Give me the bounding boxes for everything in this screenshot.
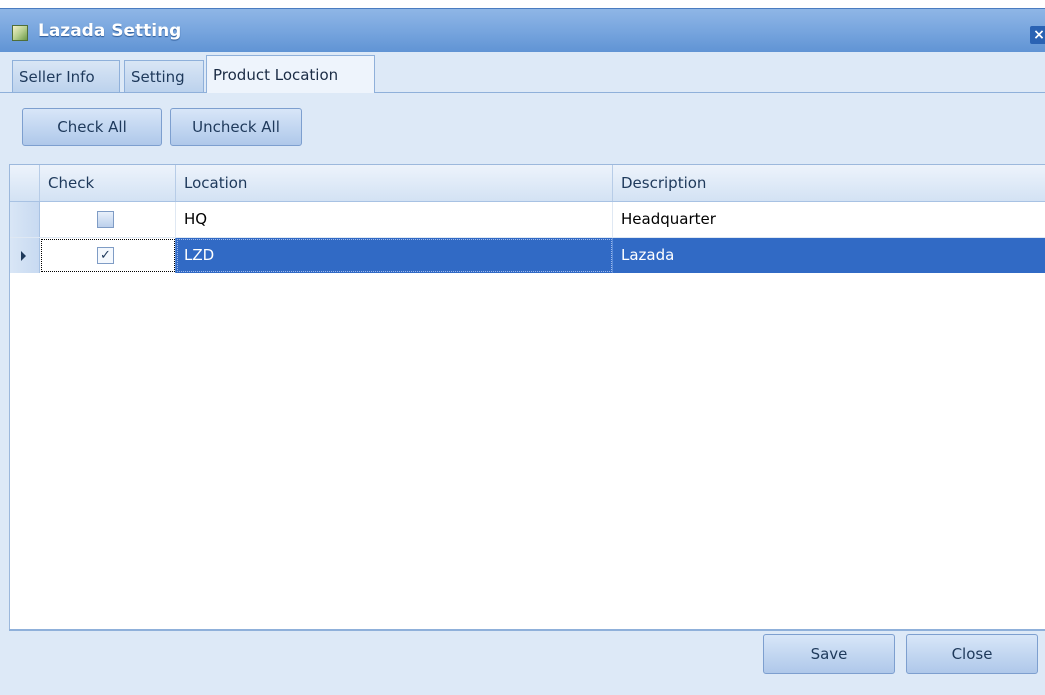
column-header-description[interactable]: Description	[613, 165, 1045, 201]
row-header-column	[10, 165, 40, 201]
grid-header: Check Location Description	[10, 165, 1045, 202]
row-header[interactable]	[10, 238, 40, 273]
location-cell[interactable]: LZD	[176, 238, 613, 273]
tab-setting[interactable]: Setting	[124, 60, 204, 92]
close-window-icon[interactable]: ×	[1030, 26, 1045, 44]
tab-seller-info[interactable]: Seller Info	[12, 60, 120, 92]
window-title: Lazada Setting	[38, 21, 182, 41]
tab-panel-border	[0, 92, 1045, 93]
row-checkbox-checked[interactable]: ✓	[97, 247, 114, 264]
check-cell[interactable]	[40, 202, 176, 237]
save-button[interactable]: Save	[763, 634, 895, 674]
tab-product-location[interactable]: Product Location	[206, 55, 375, 93]
lazada-setting-window: Lazada Setting × Seller Info Setting Pro…	[0, 8, 1045, 695]
uncheck-all-button[interactable]: Uncheck All	[170, 108, 302, 146]
title-bar[interactable]: Lazada Setting ×	[0, 8, 1045, 53]
tab-strip: Seller Info Setting Product Location	[0, 52, 1045, 93]
column-header-location[interactable]: Location	[176, 165, 613, 201]
check-cell[interactable]: ✓	[40, 238, 176, 273]
location-grid: Check Location Description HQ Headquarte…	[9, 164, 1045, 630]
current-row-arrow-icon	[21, 251, 26, 261]
row-checkbox[interactable]	[97, 211, 114, 228]
row-header[interactable]	[10, 202, 40, 237]
location-cell[interactable]: HQ	[176, 202, 613, 237]
column-header-check[interactable]: Check	[40, 165, 176, 201]
table-row-selected[interactable]: ✓ LZD Lazada	[10, 238, 1045, 273]
close-button[interactable]: Close	[906, 634, 1038, 674]
table-row[interactable]: HQ Headquarter	[10, 202, 1045, 238]
check-all-button[interactable]: Check All	[22, 108, 162, 146]
description-cell[interactable]: Lazada	[613, 238, 1045, 273]
footer-divider	[9, 629, 1045, 631]
app-icon	[12, 25, 28, 41]
description-cell[interactable]: Headquarter	[613, 202, 1045, 237]
